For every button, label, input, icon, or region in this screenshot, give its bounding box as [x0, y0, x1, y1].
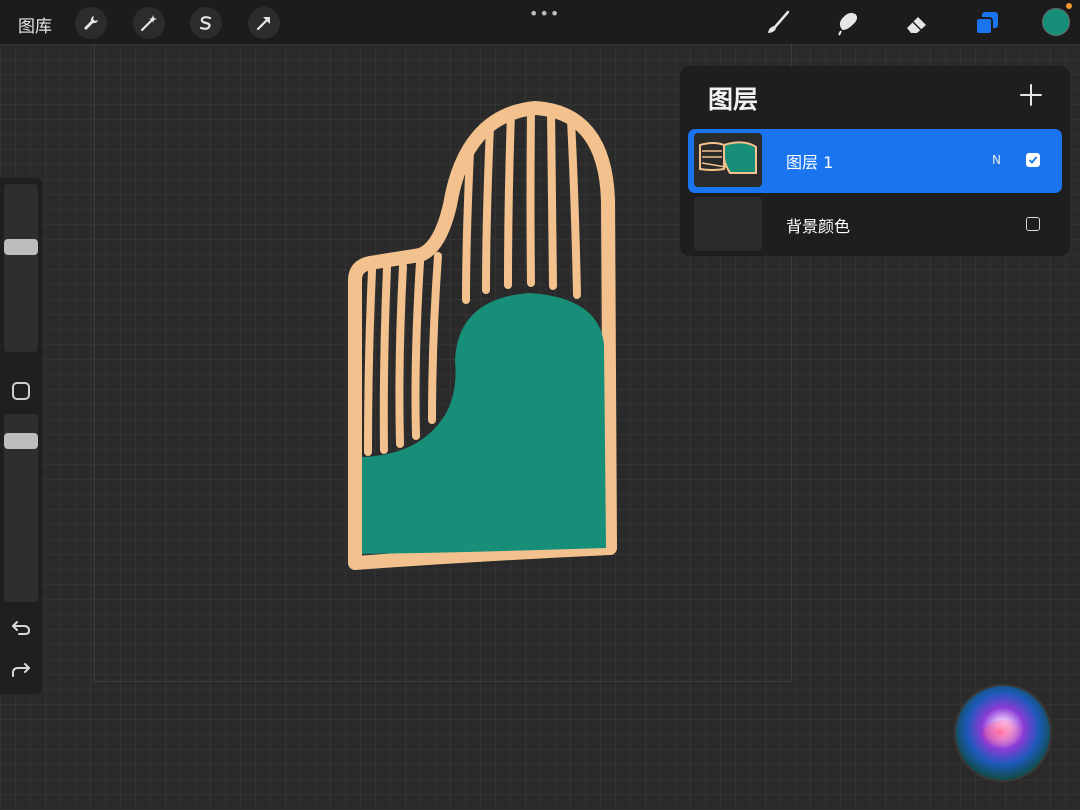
layers-icon[interactable] — [972, 8, 1002, 38]
more-options-icon[interactable]: ••• — [529, 4, 560, 23]
left-sidebar — [0, 178, 42, 694]
undo-icon[interactable] — [10, 616, 32, 638]
layers-panel: 图层 图层 1 N 背景颜色 — [680, 66, 1070, 256]
layer-thumbnail — [694, 133, 762, 187]
layer-row-background[interactable]: 背景颜色 — [688, 193, 1062, 257]
plus-icon[interactable] — [1018, 82, 1044, 108]
brush-size-thumb[interactable] — [4, 238, 38, 255]
siri-orb — [956, 686, 1050, 780]
eraser-icon[interactable] — [902, 8, 932, 38]
brush-icon[interactable] — [762, 8, 792, 38]
brush-size-slider[interactable] — [4, 184, 38, 352]
wrench-icon[interactable] — [75, 7, 107, 39]
magic-wand-icon[interactable] — [133, 7, 165, 39]
modify-button[interactable] — [12, 382, 30, 400]
transform-arrow-icon[interactable] — [248, 7, 280, 39]
top-toolbar: 图库 ••• — [0, 0, 1080, 44]
layer-row-layer-1[interactable]: 图层 1 N — [688, 129, 1062, 193]
layer-visibility-checkbox[interactable] — [1026, 153, 1040, 167]
layer-name: 图层 1 — [786, 153, 834, 172]
opacity-thumb[interactable] — [4, 432, 38, 449]
layer-visibility-checkbox[interactable] — [1026, 217, 1040, 231]
selection-icon[interactable] — [190, 7, 222, 39]
gallery-button[interactable]: 图库 — [18, 12, 52, 37]
color-picker-button[interactable] — [1042, 8, 1070, 36]
redo-icon[interactable] — [10, 658, 32, 680]
color-indicator-dot — [1066, 3, 1072, 9]
layer-name: 背景颜色 — [786, 217, 851, 236]
smudge-icon[interactable] — [832, 8, 862, 38]
blend-mode-button[interactable]: N — [992, 153, 1001, 167]
layer-thumbnail — [694, 197, 762, 251]
panel-title: 图层 — [708, 85, 759, 114]
